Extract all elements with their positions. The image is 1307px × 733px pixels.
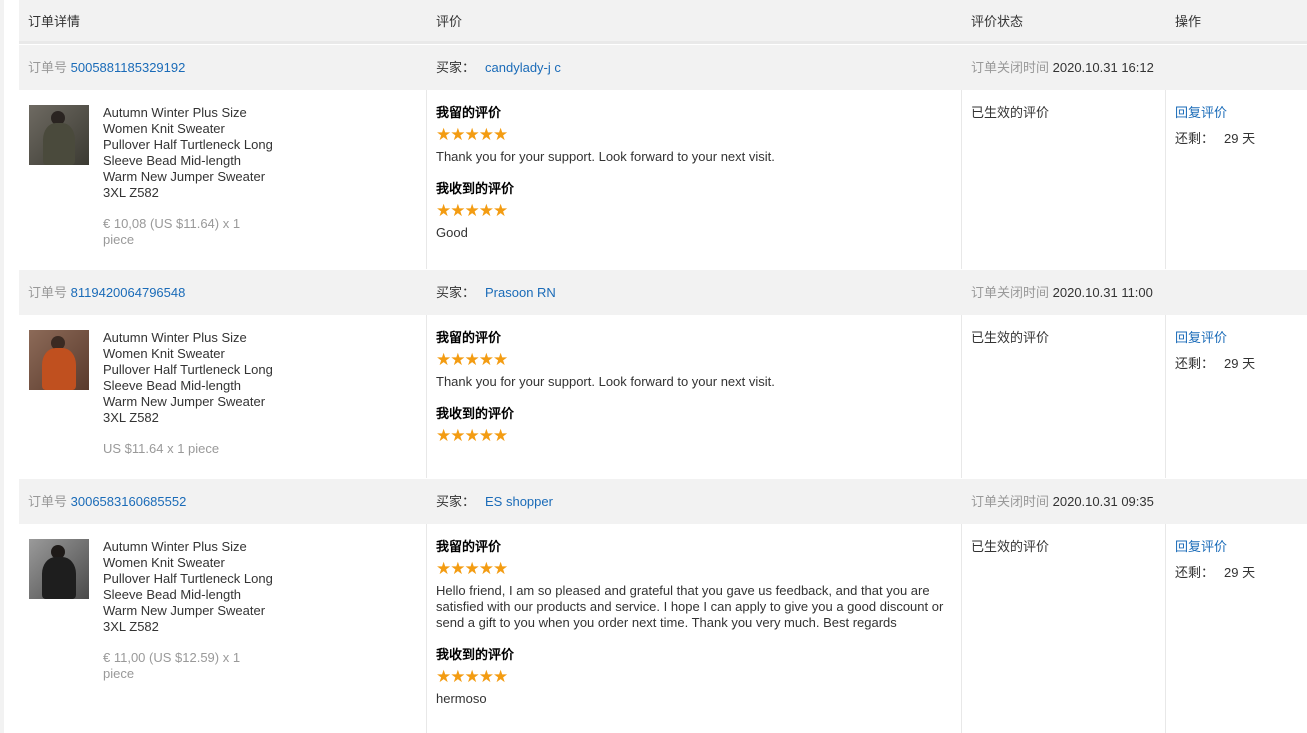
product-info: Autumn Winter Plus Size Women Knit Sweat… (19, 524, 426, 682)
review-cell: 我留的评价 ★★★★★ Hello friend, I am so please… (427, 524, 961, 707)
close-time-value: 2020.10.31 16:12 (1052, 60, 1154, 75)
buyer-label: 买家： (436, 494, 476, 509)
review-cell: 我留的评价 ★★★★★ Thank you for your support. … (427, 315, 961, 445)
operations-cell: 回复评价 还剩： 29 天 (1166, 315, 1307, 372)
review-table: 订单详情 评价 评价状态 操作 订单号 5005881185329192 买家：… (19, 0, 1307, 733)
reply-review-link[interactable]: 回复评价 (1175, 105, 1307, 121)
received-review-title: 我收到的评价 (436, 406, 515, 421)
product-thumbnail[interactable] (29, 330, 89, 390)
review-cell: 我留的评价 ★★★★★ Thank you for your support. … (427, 90, 961, 241)
order-body: Autumn Winter Plus Size Women Knit Sweat… (19, 315, 1307, 478)
product-title[interactable]: Autumn Winter Plus Size Women Knit Sweat… (103, 105, 273, 201)
review-status: 已生效的评价 (971, 330, 1050, 345)
product-price: € 10,08 (US $11.64) x 1 piece (103, 216, 241, 247)
review-status: 已生效的评价 (971, 539, 1050, 554)
close-time-label: 订单关闭时间 (971, 494, 1050, 509)
my-review-title: 我留的评价 (436, 105, 502, 120)
received-rating-stars: ★★★★★ (436, 667, 508, 686)
close-time-value: 2020.10.31 11:00 (1052, 285, 1153, 300)
received-review-text: hermoso (436, 691, 487, 706)
product-title[interactable]: Autumn Winter Plus Size Women Knit Sweat… (103, 539, 273, 635)
close-time-label: 订单关闭时间 (971, 60, 1050, 75)
product-thumbnail[interactable] (29, 105, 89, 165)
my-rating-stars: ★★★★★ (436, 350, 508, 369)
buyer-label: 买家： (436, 60, 476, 75)
header-operations: 操作 (1175, 14, 1202, 29)
operations-cell: 回复评价 还剩： 29 天 (1166, 90, 1307, 147)
buyer-link[interactable]: ES shopper (485, 494, 553, 509)
order-body: Autumn Winter Plus Size Women Knit Sweat… (19, 90, 1307, 269)
remaining-days: 还剩： 29 天 (1175, 131, 1256, 146)
order-header: 订单号 5005881185329192 买家： candylady-j c 订单… (19, 44, 1307, 90)
received-rating-stars: ★★★★★ (436, 201, 508, 220)
operations-cell: 回复评价 还剩： 29 天 (1166, 524, 1307, 581)
left-gutter (0, 0, 4, 733)
reply-review-link[interactable]: 回复评价 (1175, 539, 1307, 555)
product-info: Autumn Winter Plus Size Women Knit Sweat… (19, 90, 426, 248)
product-price: € 11,00 (US $12.59) x 1 piece (103, 650, 241, 681)
my-rating-stars: ★★★★★ (436, 125, 508, 144)
received-rating-stars: ★★★★★ (436, 426, 508, 445)
order-no-link[interactable]: 8119420064796548 (71, 285, 186, 300)
table-header: 订单详情 评价 评价状态 操作 (19, 0, 1307, 44)
close-time-value: 2020.10.31 09:35 (1052, 494, 1154, 509)
remaining-days: 还剩： 29 天 (1175, 356, 1256, 371)
order-no-label: 订单号 (28, 494, 68, 509)
order-header: 订单号 8119420064796548 买家： Prasoon RN 订单关闭时… (19, 269, 1307, 315)
review-status: 已生效的评价 (971, 105, 1050, 120)
product-thumbnail[interactable] (29, 539, 89, 599)
order-no-link[interactable]: 3006583160685552 (71, 494, 187, 509)
header-order-details: 订单详情 (28, 14, 81, 29)
buyer-label: 买家： (436, 285, 476, 300)
header-review: 评价 (436, 14, 463, 29)
order-no-link[interactable]: 5005881185329192 (71, 60, 186, 75)
order-no-label: 订单号 (28, 285, 68, 300)
reply-review-link[interactable]: 回复评价 (1175, 330, 1307, 346)
order-header: 订单号 3006583160685552 买家： ES shopper 订单关闭时… (19, 478, 1307, 524)
header-review-status: 评价状态 (971, 14, 1024, 29)
buyer-link[interactable]: candylady-j c (485, 60, 561, 75)
close-time-label: 订单关闭时间 (971, 285, 1050, 300)
received-review-title: 我收到的评价 (436, 647, 515, 662)
product-price: US $11.64 x 1 piece (103, 441, 220, 456)
order-no-label: 订单号 (28, 60, 68, 75)
remaining-days: 还剩： 29 天 (1175, 565, 1256, 580)
received-review-title: 我收到的评价 (436, 181, 515, 196)
order-body: Autumn Winter Plus Size Women Knit Sweat… (19, 524, 1307, 733)
product-info: Autumn Winter Plus Size Women Knit Sweat… (19, 315, 426, 457)
product-title[interactable]: Autumn Winter Plus Size Women Knit Sweat… (103, 330, 273, 426)
order-block: 订单号 3006583160685552 买家： ES shopper 订单关闭时… (19, 478, 1307, 733)
order-block: 订单号 8119420064796548 买家： Prasoon RN 订单关闭时… (19, 269, 1307, 478)
buyer-link[interactable]: Prasoon RN (485, 285, 556, 300)
my-review-text: Thank you for your support. Look forward… (436, 149, 775, 164)
my-rating-stars: ★★★★★ (436, 559, 508, 578)
received-review-text: Good (436, 225, 468, 240)
my-review-title: 我留的评价 (436, 330, 502, 345)
my-review-title: 我留的评价 (436, 539, 502, 554)
order-block: 订单号 5005881185329192 买家： candylady-j c 订单… (19, 44, 1307, 269)
my-review-text: Hello friend, I am so pleased and gratef… (436, 583, 944, 630)
my-review-text: Thank you for your support. Look forward… (436, 374, 775, 389)
